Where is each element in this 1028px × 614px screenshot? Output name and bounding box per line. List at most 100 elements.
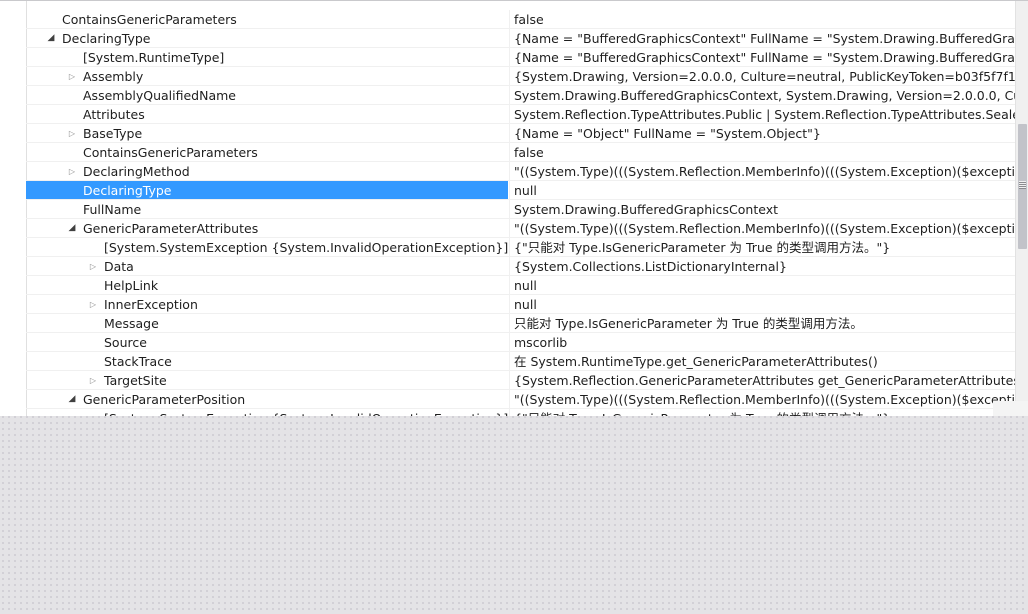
value-cell[interactable]: System.Reflection.TypeAttributes.Public … [509, 105, 1015, 123]
watch-row[interactable]: ▷ DeclaringMethod "((System.Type)(((System… [26, 162, 1015, 181]
name-cell[interactable]: Source [26, 333, 508, 351]
value-cell[interactable]: 只能对 Type.IsGenericParameter 为 True 的类型调用… [509, 314, 1015, 332]
watch-row[interactable]: ContainsGenericParameters false [26, 10, 1015, 29]
watch-row[interactable]: [System.RuntimeType] {Name = "BufferedGra… [26, 48, 1015, 67]
watch-row[interactable]: Source mscorlib [26, 333, 1015, 352]
watch-row[interactable]: HelpLink null [26, 276, 1015, 295]
collapsed-triangle-icon[interactable]: ▷ [88, 257, 98, 275]
name-label: AssemblyQualifiedName [83, 88, 236, 103]
watch-row[interactable]: ◢ GenericParameterPosition "((System.Type)… [26, 390, 1015, 409]
name-label: Message [104, 316, 159, 331]
name-label: DeclaringType [83, 183, 172, 198]
value-cell[interactable]: 在 System.RuntimeType.get_GenericParamete… [509, 352, 1015, 370]
value-cell[interactable]: "((System.Type)(((System.Reflection.Memb… [509, 162, 1015, 180]
watch-row[interactable]: ContainsGenericParameters false [26, 143, 1015, 162]
name-cell[interactable]: DeclaringType [26, 181, 508, 199]
name-cell[interactable]: [System.SystemException {System.InvalidO… [26, 238, 508, 256]
watch-row[interactable]: FullName System.Drawing.BufferedGraphicsC… [26, 200, 1015, 219]
value-cell[interactable]: {"只能对 Type.IsGenericParameter 为 True 的类型… [509, 238, 1015, 256]
watch-row[interactable]: [System.SystemException {System.InvalidO… [26, 238, 1015, 257]
watch-row[interactable]: Message 只能对 Type.IsGenericParameter 为 Tru… [26, 314, 1015, 333]
value-cell[interactable]: System.Drawing.BufferedGraphicsContext, … [509, 86, 1015, 104]
name-label: HelpLink [104, 278, 159, 293]
name-label: Source [104, 335, 147, 350]
value-cell[interactable]: {System.Reflection.GenericParameterAttri… [509, 371, 1015, 389]
name-cell[interactable]: ▷ BaseType [26, 124, 508, 142]
watch-row[interactable]: [System.SystemException {System.InvalidO… [26, 409, 1015, 416]
name-label: StackTrace [104, 354, 172, 369]
watch-window: ContainsGenericParameters false ◢ Declaring… [0, 0, 1028, 416]
value-cell[interactable]: {"只能对 Type.IsGenericParameter 为 True 的类型… [509, 409, 1015, 416]
expanded-triangle-icon[interactable]: ◢ [67, 219, 77, 237]
value-cell[interactable]: false [509, 143, 1015, 161]
value-cell[interactable]: null [509, 276, 1015, 294]
value-cell[interactable]: null [509, 295, 1015, 313]
name-cell[interactable]: [System.RuntimeType] [26, 48, 508, 66]
value-cell[interactable]: false [509, 10, 1015, 28]
name-label: Data [104, 259, 134, 274]
name-label: DeclaringType [62, 31, 151, 46]
watch-row[interactable]: Attributes System.Reflection.TypeAttribut… [26, 105, 1015, 124]
collapsed-triangle-icon[interactable]: ▷ [67, 67, 77, 85]
scrollbar-corner [993, 401, 1028, 416]
name-cell[interactable]: ▷ Assembly [26, 67, 508, 85]
name-cell[interactable]: ContainsGenericParameters [26, 143, 508, 161]
name-cell[interactable]: FullName [26, 200, 508, 218]
name-cell[interactable]: ContainsGenericParameters [26, 10, 508, 28]
watch-row[interactable]: ▷ TargetSite {System.Reflection.GenericPar… [26, 371, 1015, 390]
collapsed-triangle-icon[interactable]: ▷ [67, 162, 77, 180]
name-cell[interactable]: ▷ Data [26, 257, 508, 275]
vertical-scrollbar[interactable] [1015, 1, 1028, 416]
watch-row[interactable]: ◢ GenericParameterAttributes "((System.Typ… [26, 219, 1015, 238]
watch-row[interactable]: ◢ DeclaringType {Name = "BufferedGraphicsC… [26, 29, 1015, 48]
watch-row[interactable]: ▷ Data {System.Collections.ListDictionaryI… [26, 257, 1015, 276]
name-cell[interactable]: ◢ DeclaringType [26, 29, 508, 47]
collapsed-triangle-icon[interactable]: ▷ [88, 371, 98, 389]
name-cell[interactable]: ▷ TargetSite [26, 371, 508, 389]
name-cell[interactable]: ◢ GenericParameterAttributes [26, 219, 508, 237]
name-cell[interactable]: ▷ InnerException [26, 295, 508, 313]
name-cell[interactable]: HelpLink [26, 276, 508, 294]
name-label: [System.RuntimeType] [83, 50, 225, 65]
expanded-triangle-icon[interactable]: ◢ [46, 29, 56, 47]
value-cell[interactable]: {System.Drawing, Version=2.0.0.0, Cultur… [509, 67, 1015, 85]
watch-row[interactable]: ▷ BaseType {Name = "Object" FullName = "Sy… [26, 124, 1015, 143]
watch-tree: ContainsGenericParameters false ◢ Declaring… [26, 10, 1015, 416]
value-cell[interactable]: System.Drawing.BufferedGraphicsContext [509, 200, 1015, 218]
name-label: ContainsGenericParameters [83, 145, 258, 160]
name-cell[interactable]: ▷ DeclaringMethod [26, 162, 508, 180]
name-cell[interactable]: Attributes [26, 105, 508, 123]
value-cell[interactable]: null [509, 181, 1015, 199]
name-label: DeclaringMethod [83, 164, 190, 179]
name-cell[interactable]: StackTrace [26, 352, 508, 370]
name-cell[interactable]: Message [26, 314, 508, 332]
value-cell[interactable]: {System.Collections.ListDictionaryIntern… [509, 257, 1015, 275]
watch-row[interactable]: ▷ InnerException null [26, 295, 1015, 314]
value-cell[interactable]: "((System.Type)(((System.Reflection.Memb… [509, 390, 1015, 408]
name-label: GenericParameterAttributes [83, 221, 259, 236]
name-cell[interactable]: AssemblyQualifiedName [26, 86, 508, 104]
watch-row[interactable]: StackTrace 在 System.RuntimeType.get_Gene… [26, 352, 1015, 371]
name-label: [System.SystemException {System.InvalidO… [104, 240, 508, 255]
value-cell[interactable]: {Name = "BufferedGraphicsContext" FullNa… [509, 48, 1015, 66]
value-cell[interactable]: "((System.Type)(((System.Reflection.Memb… [509, 219, 1015, 237]
watch-row[interactable]: DeclaringType null [26, 181, 1015, 200]
value-cell[interactable]: mscorlib [509, 333, 1015, 351]
watch-row[interactable]: ▷ Assembly {System.Drawing, Version=2.0.0.… [26, 67, 1015, 86]
collapsed-triangle-icon[interactable]: ▷ [67, 124, 77, 142]
name-cell[interactable]: ◢ GenericParameterPosition [26, 390, 508, 408]
watch-row[interactable]: AssemblyQualifiedName System.Drawing.Buff… [26, 86, 1015, 105]
name-cell[interactable]: [System.SystemException {System.InvalidO… [26, 409, 508, 416]
collapsed-triangle-icon[interactable]: ▷ [88, 295, 98, 313]
value-cell[interactable]: {Name = "BufferedGraphicsContext" FullNa… [509, 29, 1015, 47]
value-cell[interactable]: {Name = "Object" FullName = "System.Obje… [509, 124, 1015, 142]
name-label: Assembly [83, 69, 144, 84]
name-label: FullName [83, 202, 142, 217]
expanded-triangle-icon[interactable]: ◢ [67, 390, 77, 408]
